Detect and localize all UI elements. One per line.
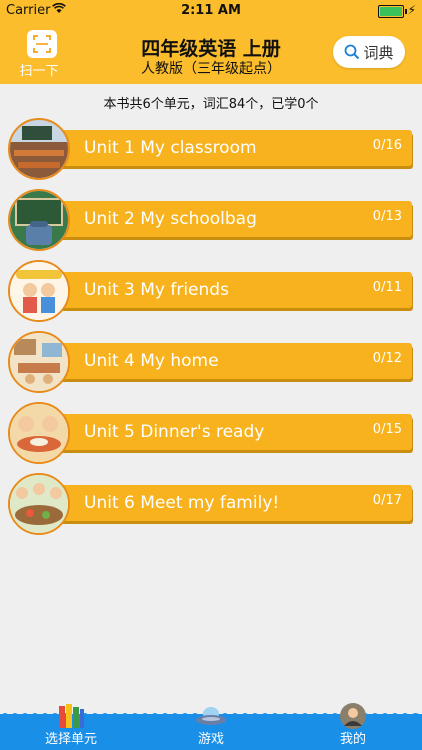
classroom-image [8, 118, 70, 180]
clock: 2:11 AM [181, 3, 241, 18]
page-subtitle: 人教版（三年级起点） [141, 61, 281, 77]
charging-icon: ⚡ [407, 3, 416, 17]
tab-label: 选择单元 [44, 732, 97, 747]
dinner-image [8, 402, 70, 464]
tab-label: 我的 [339, 732, 366, 747]
scan-icon [27, 30, 57, 58]
unit-progress: 0/13 [372, 209, 402, 224]
scan-label: 扫一下 [19, 64, 59, 79]
unit-progress: 0/16 [372, 138, 402, 153]
search-icon [345, 44, 360, 60]
unit-name: Unit 4 My home [84, 351, 219, 371]
battery-icon [378, 5, 407, 18]
tab-bar: 选择单元 游戏 我的 [0, 703, 422, 750]
tab-select-unit[interactable]: 选择单元 [30, 704, 112, 750]
unit-item-1[interactable]: Unit 1 My classroom 0/16 [8, 118, 412, 180]
tab-label: 游戏 [197, 732, 224, 747]
book-summary: 本书共6个单元，词汇84个，已学0个 [103, 97, 319, 112]
dictionary-button[interactable]: 词典 [333, 36, 405, 68]
unit-item-6[interactable]: Unit 6 Meet my family! 0/17 [8, 473, 412, 535]
family-image [8, 473, 70, 535]
books-icon [59, 704, 84, 728]
header: Carrier 2:11 AM ⚡ 扫一下 四年级英语 上册 人教版（三年级起点… [0, 0, 422, 84]
profile-icon [340, 703, 366, 729]
schoolbag-image [8, 189, 70, 251]
ufo-icon [196, 707, 226, 725]
friends-image [8, 260, 70, 322]
unit-name: Unit 3 My friends [84, 280, 229, 300]
unit-item-5[interactable]: Unit 5 Dinner's ready 0/15 [8, 402, 412, 464]
unit-progress: 0/12 [372, 351, 402, 366]
unit-progress: 0/15 [372, 422, 402, 437]
unit-progress: 0/17 [372, 493, 402, 508]
scan-button[interactable]: 扫一下 [19, 30, 60, 79]
unit-progress: 0/11 [372, 280, 402, 295]
unit-name: Unit 6 Meet my family! [84, 493, 280, 513]
dictionary-label: 词典 [363, 43, 394, 62]
tab-profile[interactable]: 我的 [322, 703, 384, 750]
unit-name: Unit 5 Dinner's ready [84, 422, 265, 442]
tab-games[interactable]: 游戏 [180, 707, 242, 750]
unit-item-4[interactable]: Unit 4 My home 0/12 [8, 331, 412, 393]
status-bar: Carrier 2:11 AM ⚡ [0, 0, 422, 22]
unit-name: Unit 1 My classroom [84, 138, 257, 158]
page-title: 四年级英语 上册 [141, 38, 281, 60]
unit-item-2[interactable]: Unit 2 My schoolbag 0/13 [8, 189, 412, 251]
home-image [8, 331, 70, 393]
unit-name: Unit 2 My schoolbag [84, 209, 257, 229]
unit-item-3[interactable]: Unit 3 My friends 0/11 [8, 260, 412, 322]
